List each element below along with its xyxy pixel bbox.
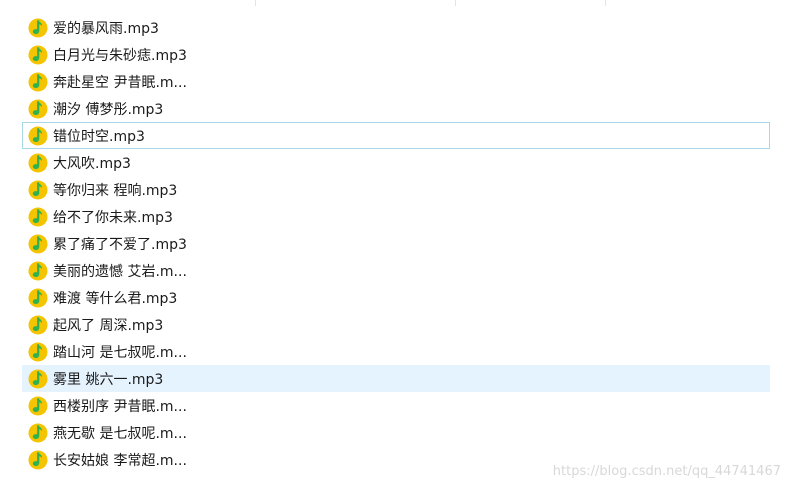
file-item[interactable]: 奔赴星空 尹昔眠.m... bbox=[22, 68, 770, 95]
qq-music-file-icon bbox=[28, 18, 48, 37]
file-name: 起风了 周深.mp3 bbox=[53, 317, 164, 334]
file-name: 西楼别序 尹昔眠.m... bbox=[53, 398, 187, 415]
file-item[interactable]: 给不了你未来.mp3 bbox=[22, 203, 770, 230]
file-name: 长安姑娘 李常超.m... bbox=[53, 452, 187, 469]
file-name: 等你归来 程响.mp3 bbox=[53, 182, 178, 199]
file-item[interactable]: 白月光与朱砂痣.mp3 bbox=[22, 41, 770, 68]
qq-music-file-icon bbox=[28, 45, 48, 64]
file-name: 踏山河 是七叔呢.m... bbox=[53, 344, 187, 361]
file-name: 大风吹.mp3 bbox=[53, 155, 131, 172]
qq-music-file-icon bbox=[28, 288, 48, 307]
file-name: 潮汐 傅梦彤.mp3 bbox=[53, 101, 164, 118]
qq-music-file-icon bbox=[28, 180, 48, 199]
watermark-text: https://blog.csdn.net/qq_44741467 bbox=[552, 464, 781, 479]
file-name: 难渡 等什么君.mp3 bbox=[53, 290, 178, 307]
file-item[interactable]: 错位时空.mp3 bbox=[22, 122, 770, 149]
file-item[interactable]: 踏山河 是七叔呢.m... bbox=[22, 338, 770, 365]
file-item[interactable]: 燕无歇 是七叔呢.m... bbox=[22, 419, 770, 446]
qq-music-file-icon bbox=[28, 261, 48, 280]
file-name: 错位时空.mp3 bbox=[53, 128, 145, 145]
file-item[interactable]: 爱的暴风雨.mp3 bbox=[22, 14, 770, 41]
file-list: 爱的暴风雨.mp3 白月光与朱砂痣.mp3 奔赴星空 尹昔眠.m... 潮汐 傅… bbox=[22, 14, 770, 473]
qq-music-file-icon bbox=[28, 450, 48, 469]
qq-music-file-icon bbox=[28, 369, 48, 388]
file-name: 美丽的遗憾 艾岩.m... bbox=[53, 263, 187, 280]
file-name: 燕无歇 是七叔呢.m... bbox=[53, 425, 187, 442]
file-item[interactable]: 大风吹.mp3 bbox=[22, 149, 770, 176]
file-item[interactable]: 雾里 姚六一.mp3 bbox=[22, 365, 770, 392]
file-item[interactable]: 潮汐 傅梦彤.mp3 bbox=[22, 95, 770, 122]
file-item[interactable]: 等你归来 程响.mp3 bbox=[22, 176, 770, 203]
file-item[interactable]: 难渡 等什么君.mp3 bbox=[22, 284, 770, 311]
qq-music-file-icon bbox=[28, 396, 48, 415]
file-item[interactable]: 起风了 周深.mp3 bbox=[22, 311, 770, 338]
file-name: 给不了你未来.mp3 bbox=[53, 209, 173, 226]
column-divider[interactable] bbox=[455, 0, 456, 6]
qq-music-file-icon bbox=[28, 207, 48, 226]
qq-music-file-icon bbox=[28, 342, 48, 361]
file-name: 爱的暴风雨.mp3 bbox=[53, 20, 159, 37]
file-name: 白月光与朱砂痣.mp3 bbox=[53, 47, 187, 64]
file-name: 奔赴星空 尹昔眠.m... bbox=[53, 74, 187, 91]
qq-music-file-icon bbox=[28, 234, 48, 253]
qq-music-file-icon bbox=[28, 99, 48, 118]
qq-music-file-icon bbox=[28, 153, 48, 172]
qq-music-file-icon bbox=[28, 315, 48, 334]
file-name: 雾里 姚六一.mp3 bbox=[53, 371, 164, 388]
qq-music-file-icon bbox=[28, 423, 48, 442]
column-divider[interactable] bbox=[255, 0, 256, 6]
file-item[interactable]: 西楼别序 尹昔眠.m... bbox=[22, 392, 770, 419]
file-item[interactable]: 美丽的遗憾 艾岩.m... bbox=[22, 257, 770, 284]
file-name: 累了痛了不爱了.mp3 bbox=[53, 236, 187, 253]
column-divider[interactable] bbox=[605, 0, 606, 6]
file-item[interactable]: 累了痛了不爱了.mp3 bbox=[22, 230, 770, 257]
qq-music-file-icon bbox=[28, 126, 48, 145]
qq-music-file-icon bbox=[28, 72, 48, 91]
file-explorer-view: 爱的暴风雨.mp3 白月光与朱砂痣.mp3 奔赴星空 尹昔眠.m... 潮汐 傅… bbox=[0, 0, 791, 491]
